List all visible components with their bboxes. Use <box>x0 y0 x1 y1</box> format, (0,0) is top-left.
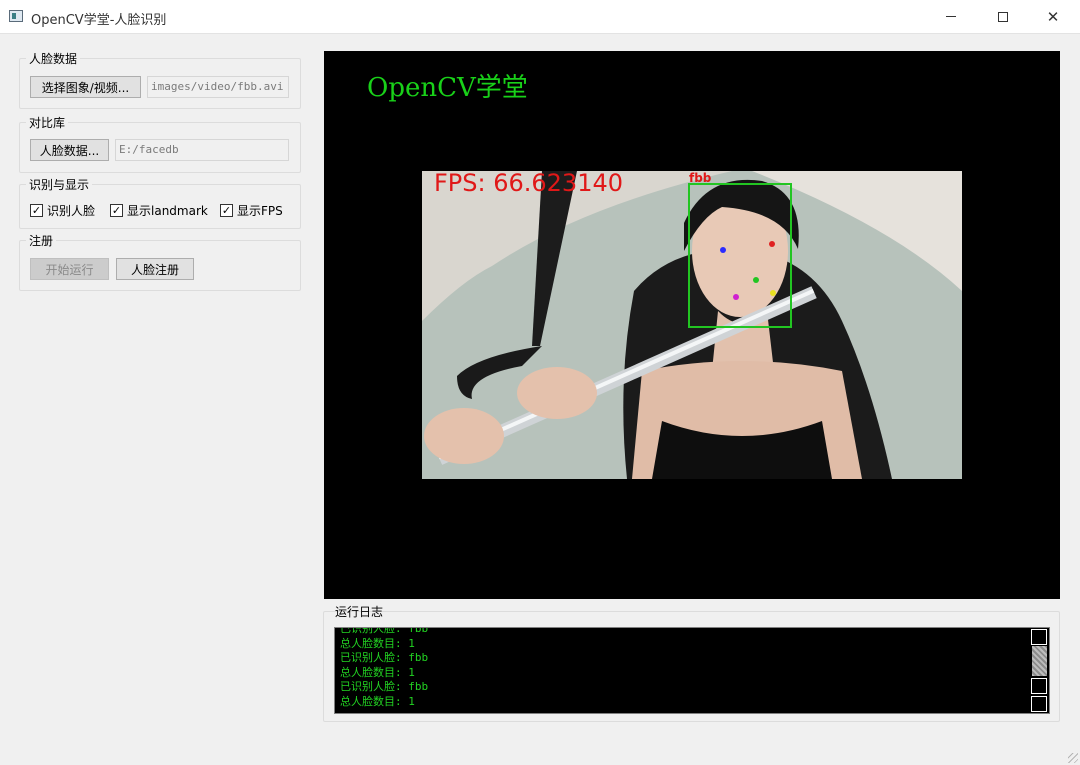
register-legend: 注册 <box>29 234 54 248</box>
show-landmark-checkbox[interactable]: ✓ 显示landmark <box>110 202 208 219</box>
minimize-icon <box>946 16 956 17</box>
face-data-legend: 人脸数据 <box>29 52 78 66</box>
scroll-page-button[interactable] <box>1031 678 1047 694</box>
overlay-title: OpenCV学堂 <box>367 73 528 103</box>
log-line: 已识别人脸: fbb <box>340 680 429 694</box>
log-line: 总人脸数目: 1 <box>340 636 415 650</box>
log-scrollbar[interactable] <box>1030 628 1049 713</box>
minimize-button[interactable] <box>928 0 974 33</box>
recognize-face-label: 识别人脸 <box>47 204 96 218</box>
window-title: OpenCV学堂-人脸识别 <box>31 13 167 28</box>
compare-db-legend: 对比库 <box>29 116 66 130</box>
show-landmark-label: 显示landmark <box>127 204 208 218</box>
face-db-path-field[interactable]: E:/facedb <box>115 139 289 161</box>
start-run-button[interactable]: 开始运行 <box>30 258 109 280</box>
app-icon <box>9 10 23 22</box>
log-lines: 已识别人脸: fbb 总人脸数目: 1 已识别人脸: fbb 总人脸数目: 1 … <box>340 627 429 710</box>
checkbox-check-icon: ✓ <box>220 204 233 217</box>
close-button[interactable]: ✕ <box>1030 0 1076 33</box>
log-line: 已识别人脸: fbb <box>340 651 429 665</box>
log-line: 已识别人脸: fbb <box>340 627 429 635</box>
landmark-mouth-right <box>770 290 776 296</box>
show-fps-label: 显示FPS <box>237 204 283 218</box>
landmark-nose <box>753 277 759 283</box>
run-log-textarea[interactable]: 已识别人脸: fbb 总人脸数目: 1 已识别人脸: fbb 总人脸数目: 1 … <box>334 627 1050 714</box>
video-panel: OpenCV学堂 FPS: 66.623140 fbb <box>324 51 1060 599</box>
face-db-button[interactable]: 人脸数据... <box>30 139 109 161</box>
fps-overlay: FPS: 66.623140 <box>434 171 624 197</box>
maximize-icon <box>998 11 1008 22</box>
landmark-left-eye <box>720 247 726 253</box>
run-log-legend: 运行日志 <box>335 605 384 619</box>
log-line: 总人脸数目: 1 <box>340 694 415 708</box>
scroll-up-button[interactable] <box>1031 629 1047 645</box>
checkbox-check-icon: ✓ <box>30 204 43 217</box>
media-path-field[interactable]: images/video/fbb.avi <box>147 76 289 98</box>
resize-grip[interactable] <box>1068 753 1078 763</box>
select-media-button[interactable]: 选择图象/视频... <box>30 76 141 98</box>
scroll-down-button[interactable] <box>1031 696 1047 712</box>
show-fps-checkbox[interactable]: ✓ 显示FPS <box>220 202 283 219</box>
recognition-display-legend: 识别与显示 <box>29 178 90 192</box>
scroll-thumb[interactable] <box>1032 646 1047 676</box>
checkbox-check-icon: ✓ <box>110 204 123 217</box>
landmark-mouth-left <box>733 294 739 300</box>
landmark-right-eye <box>769 241 775 247</box>
video-frame: FPS: 66.623140 fbb <box>422 171 962 479</box>
close-icon: ✕ <box>1046 7 1060 26</box>
face-register-button[interactable]: 人脸注册 <box>116 258 194 280</box>
face-bounding-box <box>688 183 792 328</box>
maximize-button[interactable] <box>980 0 1026 33</box>
title-bar: OpenCV学堂-人脸识别 ✕ <box>0 0 1080 34</box>
log-line: 总人脸数目: 1 <box>340 665 415 679</box>
recognize-face-checkbox[interactable]: ✓ 识别人脸 <box>30 202 95 219</box>
